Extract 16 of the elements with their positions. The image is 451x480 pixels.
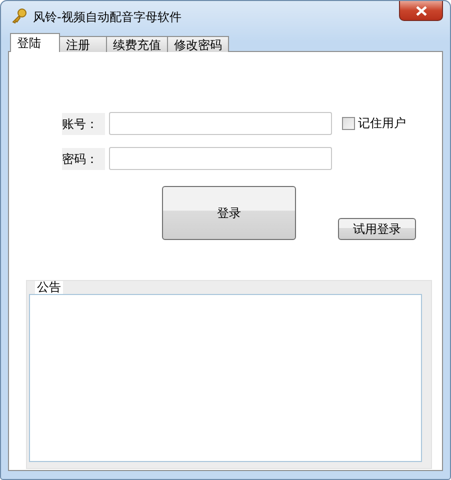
- close-button[interactable]: [399, 1, 443, 21]
- trial-login-button[interactable]: 试用登录: [338, 218, 416, 240]
- key-icon: [11, 8, 27, 24]
- input-field[interactable]: [109, 147, 332, 170]
- tab[interactable]: 登陆: [10, 33, 60, 52]
- window-title: 风铃-视频自动配音字母软件: [33, 9, 182, 26]
- field-label: 账号：: [62, 112, 105, 134]
- remember-checkbox[interactable]: 记住用户: [342, 115, 406, 132]
- group-title: 公告: [35, 281, 63, 294]
- tab[interactable]: 修改密码: [167, 36, 229, 52]
- tab[interactable]: 注册: [59, 36, 107, 52]
- close-icon: [416, 6, 426, 16]
- input-field[interactable]: [109, 112, 332, 135]
- field-label: 密码：: [62, 148, 105, 170]
- tab[interactable]: 续费充值: [106, 36, 168, 52]
- login-button[interactable]: 登录: [162, 186, 296, 240]
